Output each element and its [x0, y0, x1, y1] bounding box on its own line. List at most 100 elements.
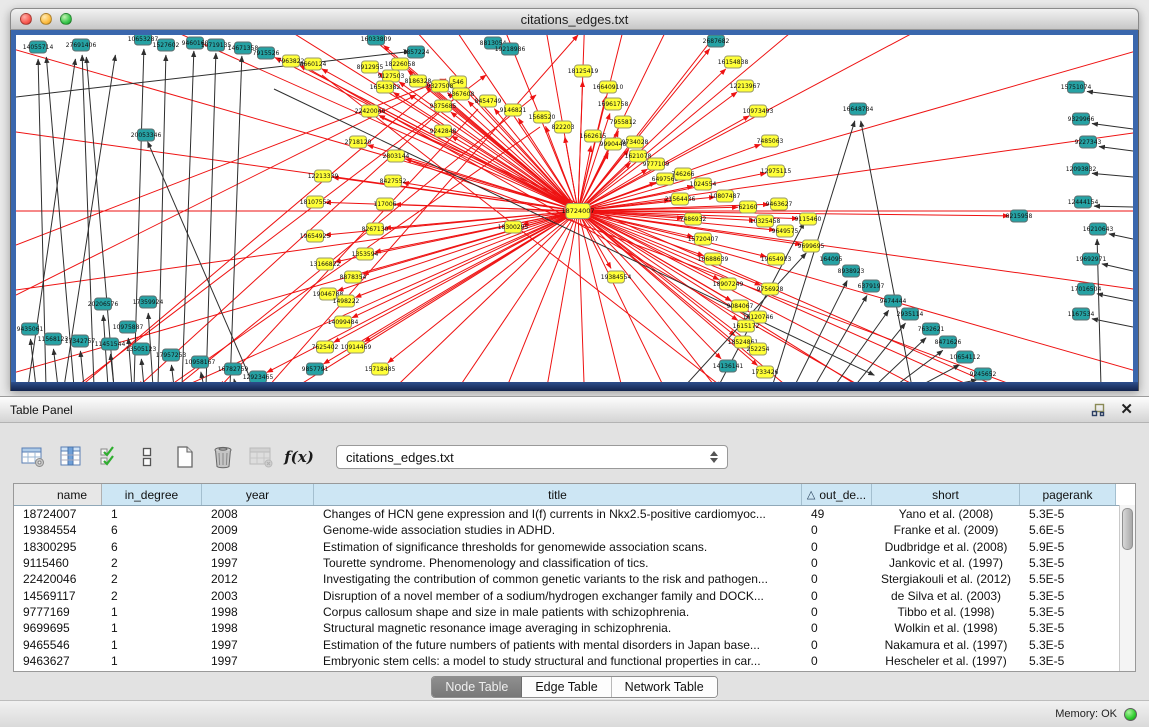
network-node[interactable]: 16210643	[1083, 223, 1114, 235]
network-node[interactable]: 8938923	[838, 265, 865, 277]
network-node[interactable]: 746266	[672, 168, 695, 180]
network-node[interactable]: 7632621	[918, 323, 945, 335]
new-file-icon[interactable]	[172, 443, 198, 471]
network-node[interactable]: 9329966	[1068, 113, 1095, 125]
network-node[interactable]: 19654925	[300, 230, 331, 242]
network-node[interactable]: 17957253	[156, 349, 187, 361]
network-node[interactable]: 15720407	[688, 233, 719, 245]
column-header-year[interactable]: year	[202, 484, 314, 505]
network-node[interactable]: 7857224	[403, 46, 430, 58]
tab-edge-table[interactable]: Edge Table	[522, 677, 611, 697]
function-icon[interactable]: f(x)	[286, 443, 312, 471]
network-node[interactable]: 18125419	[568, 65, 599, 77]
column-header-out_degree[interactable]: △out_de...	[802, 484, 872, 505]
network-canvas[interactable]: 1405571427691406106532871527602946016010…	[16, 35, 1133, 382]
table-row[interactable]: 946554611997Estimation of the future num…	[14, 636, 1135, 652]
network-node[interactable]: 9115460	[795, 213, 822, 225]
network-node[interactable]: 18107552	[300, 196, 331, 208]
network-node[interactable]: 10654112	[950, 351, 981, 363]
network-node[interactable]: 1024554	[690, 178, 717, 190]
network-node[interactable]: 164095	[820, 253, 843, 265]
table-options-icon[interactable]	[20, 443, 46, 471]
table-column-icon[interactable]	[58, 443, 84, 471]
network-node[interactable]: 1167534	[1068, 308, 1095, 320]
network-node[interactable]: 10973493	[743, 105, 774, 117]
network-node[interactable]: 9127503	[378, 70, 405, 82]
table-row[interactable]: 1938455462009Genome-wide association stu…	[14, 522, 1135, 538]
network-node[interactable]: 9245652	[970, 368, 997, 380]
table-select-dropdown[interactable]: citations_edges.txt	[336, 445, 728, 469]
network-node[interactable]: 12975115	[761, 165, 792, 177]
table-row[interactable]: 1872400712008Changes of HCN gene express…	[14, 506, 1135, 522]
network-node[interactable]: 16961758	[598, 98, 629, 110]
network-node[interactable]: 19692971	[1076, 253, 1107, 265]
network-node[interactable]: 8427552	[380, 175, 407, 187]
tab-network-table[interactable]: Network Table	[612, 677, 717, 697]
network-node[interactable]: 62160	[738, 201, 757, 213]
minimize-button[interactable]	[40, 13, 52, 25]
close-panel-icon[interactable]: ✕	[1120, 402, 1133, 417]
network-node[interactable]: 16033809	[361, 35, 392, 45]
network-node[interactable]: 20206576	[88, 298, 119, 310]
column-header-title[interactable]: title	[314, 484, 802, 505]
network-node[interactable]: 17359924	[133, 296, 164, 308]
network-node[interactable]: 14055714	[23, 41, 54, 53]
tab-node-table[interactable]: Node Table	[432, 677, 522, 697]
network-node[interactable]: 16648784	[843, 103, 874, 115]
network-node[interactable]: 2935114	[897, 308, 924, 320]
network-node[interactable]: 7625402	[312, 341, 339, 353]
network-node[interactable]: 7955812	[610, 116, 637, 128]
table-row[interactable]: 977716911998Corpus callosum shape and si…	[14, 604, 1135, 620]
row-height-icon[interactable]	[134, 443, 160, 471]
network-node[interactable]: 2687682	[703, 35, 730, 47]
column-header-in_degree[interactable]: in_degree	[102, 484, 202, 505]
select-rows-icon[interactable]	[96, 443, 122, 471]
network-node[interactable]: 8454749	[475, 95, 502, 107]
column-header-name[interactable]: name	[14, 484, 102, 505]
network-node[interactable]: 16640910	[593, 81, 624, 93]
network-node[interactable]: 8215958	[1006, 210, 1033, 222]
window-titlebar[interactable]: citations_edges.txt	[10, 8, 1139, 30]
network-node[interactable]: 20053346	[131, 129, 162, 141]
network-node[interactable]: 22420046	[355, 105, 386, 117]
network-node[interactable]: 12093832	[1066, 163, 1097, 175]
network-node[interactable]: 9375685	[430, 100, 457, 112]
network-node[interactable]: 18907249	[713, 278, 744, 290]
network-node[interactable]: 18724007	[561, 204, 594, 219]
close-button[interactable]	[20, 13, 32, 25]
network-node[interactable]: 6379197	[858, 280, 885, 292]
table-scrollbar[interactable]	[1119, 505, 1135, 671]
delete-icon[interactable]	[210, 443, 236, 471]
table-row[interactable]: 1830029562008Estimation of significance …	[14, 539, 1135, 555]
network-node[interactable]: 2718120	[345, 136, 372, 148]
network-node[interactable]: 10975887	[113, 321, 144, 333]
zoom-button[interactable]	[60, 13, 72, 25]
network-node[interactable]: 27691406	[66, 39, 97, 51]
table-row[interactable]: 2242004622012Investigating the contribut…	[14, 571, 1135, 587]
table-row[interactable]: 911546021997Tourette syndrome. Phenomeno…	[14, 555, 1135, 571]
network-node[interactable]: 117006	[374, 198, 397, 210]
network-node[interactable]: 16154838	[718, 56, 749, 68]
network-node[interactable]: 14136141	[713, 360, 744, 372]
network-node[interactable]: 16543382	[370, 81, 401, 93]
network-node[interactable]: 9463627	[766, 198, 793, 210]
network-node[interactable]: 10958167	[185, 356, 216, 368]
column-header-short[interactable]: short	[872, 484, 1020, 505]
table-row[interactable]: 946362711997Embryonic stem cells: a mode…	[14, 653, 1135, 669]
network-node[interactable]: 12444154	[1068, 196, 1099, 208]
network-node[interactable]: 12213967	[730, 80, 761, 92]
network-node[interactable]: 9435061	[17, 323, 44, 335]
network-node[interactable]: 9649575	[772, 225, 799, 237]
column-header-pagerank[interactable]: pagerank	[1020, 484, 1116, 505]
network-node[interactable]: 822203	[552, 121, 575, 133]
network-node[interactable]: 9857791	[302, 363, 329, 375]
network-node[interactable]: 8912955	[357, 61, 384, 73]
network-node[interactable]: 14099484	[328, 316, 359, 328]
network-node[interactable]: 1353594	[352, 248, 379, 260]
network-node[interactable]: 9474444	[880, 295, 907, 307]
network-node[interactable]: 15751074	[1061, 81, 1092, 93]
network-node[interactable]: 15718485	[365, 363, 396, 375]
network-node[interactable]: 13166822	[310, 258, 341, 270]
network-node[interactable]: 252254	[747, 343, 770, 355]
scrollbar-thumb[interactable]	[1122, 508, 1133, 550]
